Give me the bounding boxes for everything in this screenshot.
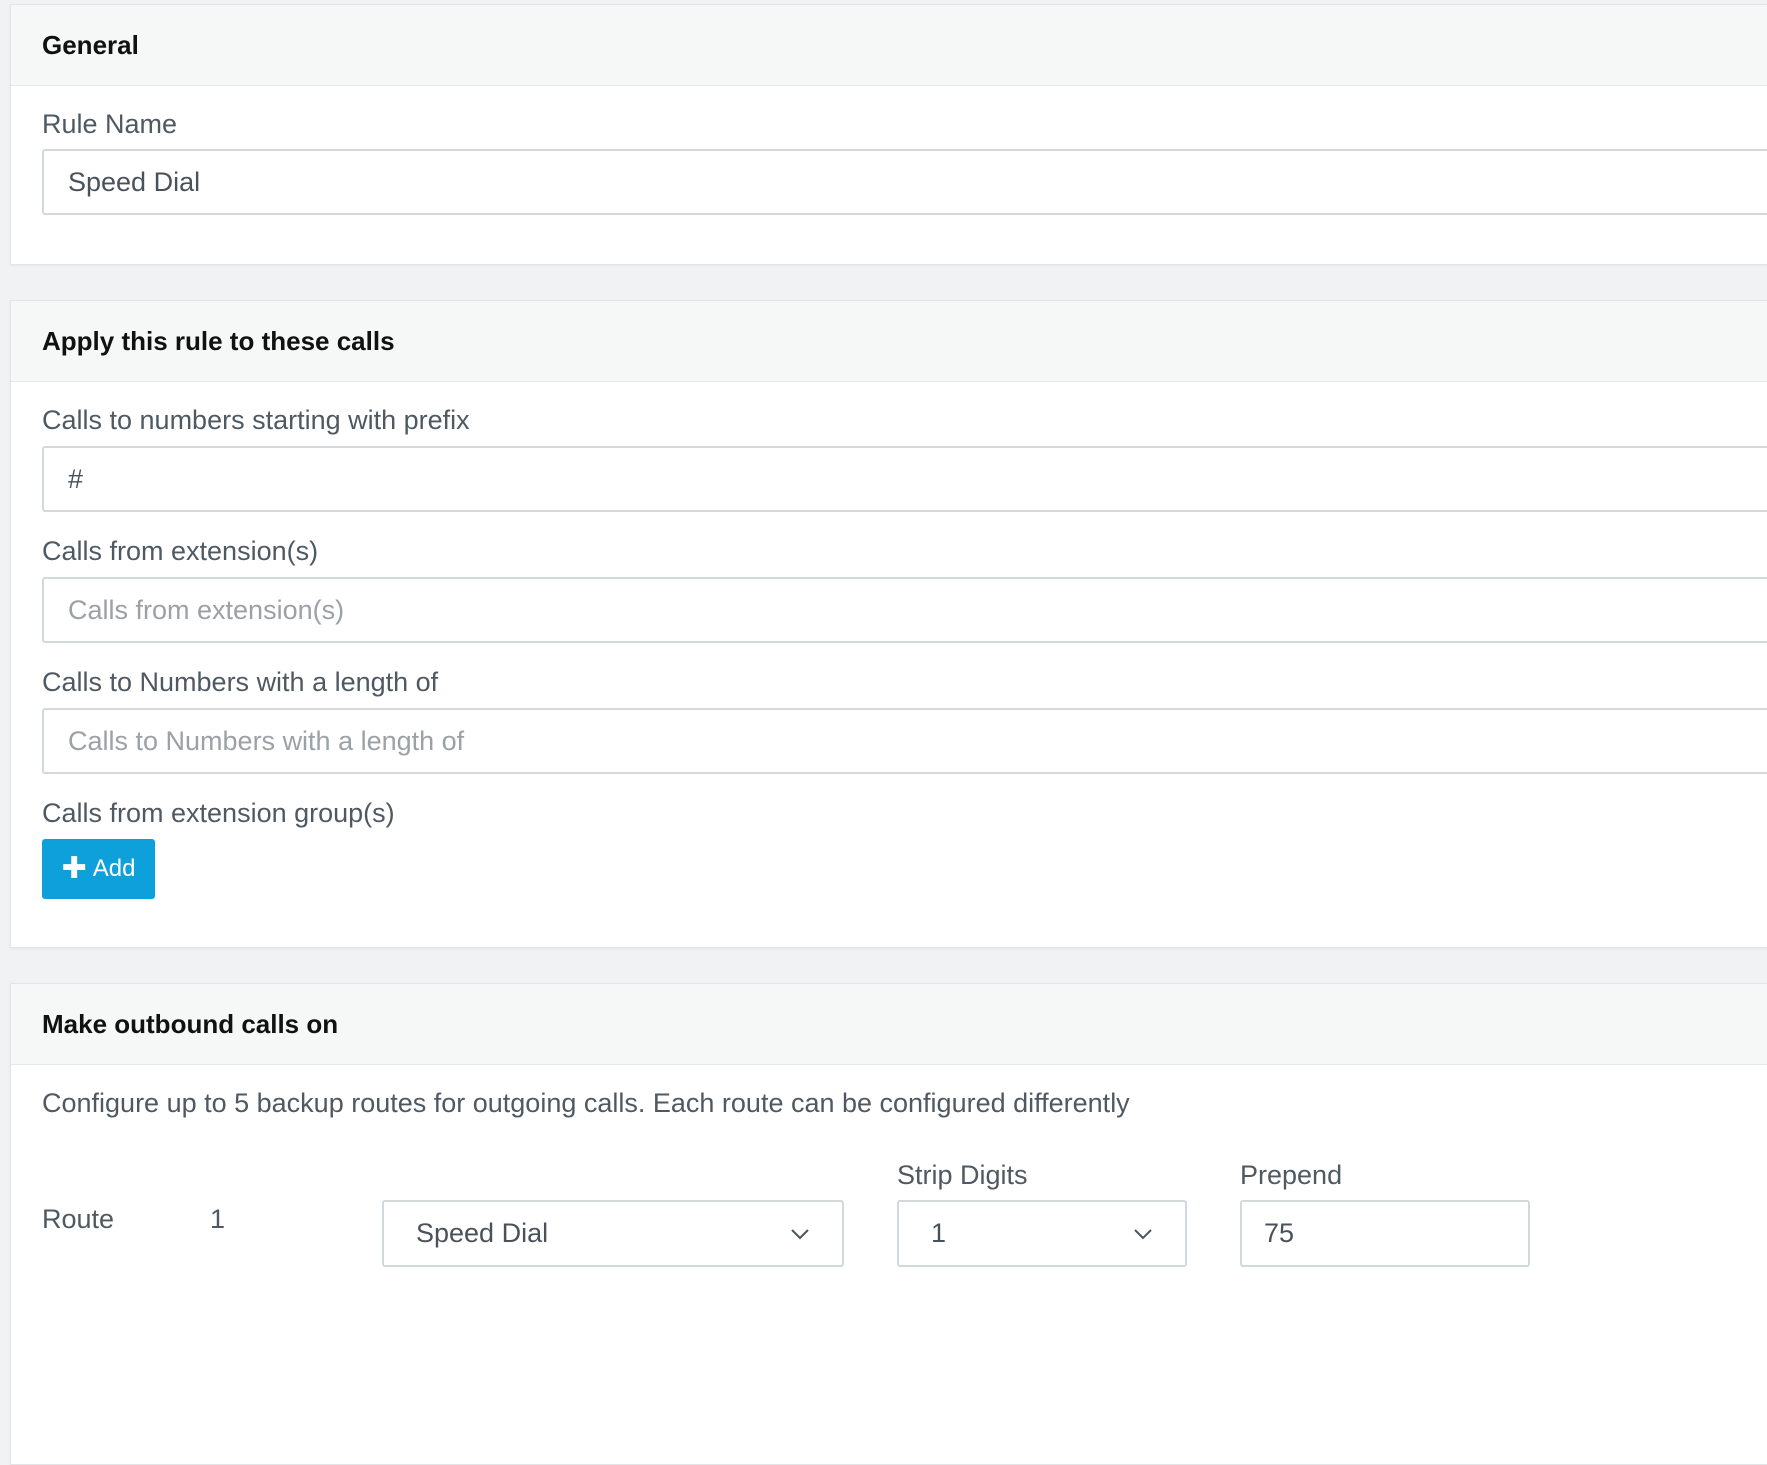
chevron-down-icon xyxy=(791,1228,809,1239)
number-length-input[interactable] xyxy=(42,708,1767,774)
route-trunk-select[interactable]: Speed Dial xyxy=(382,1200,844,1267)
prefix-label: Calls to numbers starting with prefix xyxy=(42,405,470,435)
strip-digits-label: Strip Digits xyxy=(897,1160,1028,1190)
outbound-panel: Make outbound calls on Configure up to 5… xyxy=(10,983,1767,1465)
rule-name-label: Rule Name xyxy=(42,109,178,139)
apply-rule-panel-title: Apply this rule to these calls xyxy=(11,301,1767,382)
plus-icon: ✚ xyxy=(61,852,87,885)
route-number: 1 xyxy=(210,1204,226,1234)
from-extension-label: Calls from extension(s) xyxy=(42,536,319,566)
prepend-input[interactable]: 75 xyxy=(1240,1200,1530,1267)
outbound-panel-title: Make outbound calls on xyxy=(11,984,1767,1065)
rule-name-input[interactable] xyxy=(42,149,1767,215)
strip-digits-select[interactable]: 1 xyxy=(897,1200,1187,1267)
add-button-label: Add xyxy=(92,855,136,882)
number-length-label: Calls to Numbers with a length of xyxy=(42,667,439,697)
outbound-description: Configure up to 5 backup routes for outg… xyxy=(42,1088,1130,1118)
chevron-down-icon xyxy=(1134,1228,1152,1239)
prepend-label: Prepend xyxy=(1240,1160,1343,1190)
prefix-input[interactable] xyxy=(42,446,1767,512)
extension-group-label: Calls from extension group(s) xyxy=(42,798,395,828)
general-panel-title: General xyxy=(11,5,1767,86)
strip-digits-value: 1 xyxy=(931,1218,947,1248)
add-extension-group-button[interactable]: ✚ Add xyxy=(42,839,155,899)
general-panel: General Rule Name xyxy=(10,4,1767,265)
apply-rule-panel: Apply this rule to these calls Calls to … xyxy=(10,300,1767,948)
route-trunk-value: Speed Dial xyxy=(416,1218,549,1248)
route-label: Route xyxy=(42,1204,115,1234)
from-extension-input[interactable] xyxy=(42,577,1767,643)
prepend-value: 75 xyxy=(1264,1218,1295,1248)
